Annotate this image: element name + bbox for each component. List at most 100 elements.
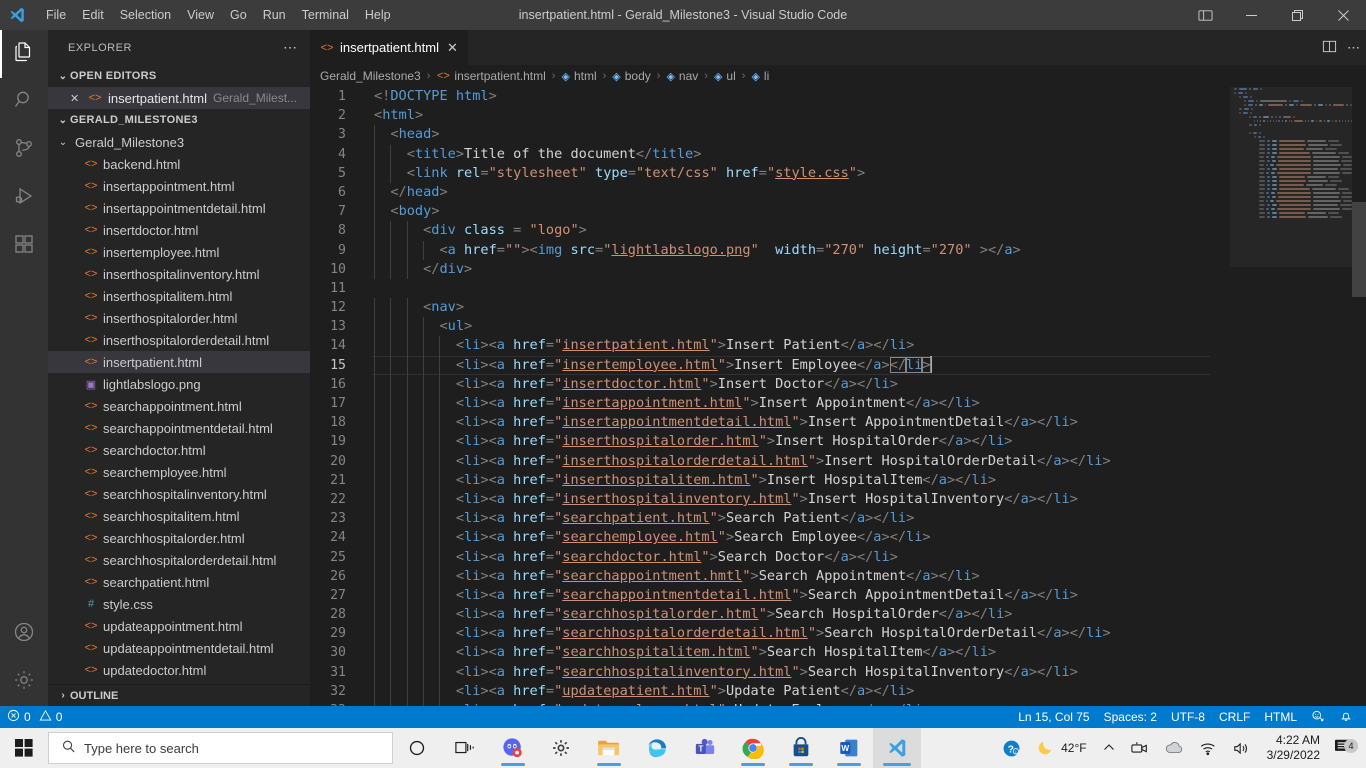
tree-file-insertemployee-html[interactable]: <>insertemployee.html bbox=[48, 241, 310, 263]
section-open-editors[interactable]: ⌄ OPEN EDITORS bbox=[48, 65, 310, 87]
open-editor-item[interactable]: ✕ <> insertpatient.html Gerald_Milest... bbox=[48, 87, 310, 109]
indent-guide bbox=[439, 567, 440, 586]
activity-run-debug[interactable] bbox=[0, 174, 48, 222]
status-encoding[interactable]: UTF-8 bbox=[1164, 706, 1212, 728]
taskbar-search-input[interactable]: Type here to search bbox=[48, 732, 393, 764]
close-button[interactable] bbox=[1320, 0, 1366, 30]
breadcrumb-item-ul[interactable]: ◈ul bbox=[714, 69, 736, 83]
tree-file-searchhospitalitem-html[interactable]: <>searchhospitalitem.html bbox=[48, 505, 310, 527]
status-indentation[interactable]: Spaces: 2 bbox=[1097, 706, 1164, 728]
clock[interactable]: 4:22 AM 3/29/2022 bbox=[1259, 733, 1328, 763]
status-language-mode[interactable]: HTML bbox=[1257, 706, 1304, 728]
status-notifications[interactable] bbox=[1332, 706, 1360, 728]
tree-file-updateappointment-html[interactable]: <>updateappointment.html bbox=[48, 615, 310, 637]
customize-layout-icon[interactable] bbox=[1182, 0, 1228, 30]
tree-file-inserthospitalorder-html[interactable]: <>inserthospitalorder.html bbox=[48, 307, 310, 329]
menu-terminal[interactable]: Terminal bbox=[294, 0, 357, 30]
minimap-slider[interactable] bbox=[1230, 87, 1352, 267]
tree-file-style-css[interactable]: #style.css bbox=[48, 593, 310, 615]
breadcrumb-item-nav[interactable]: ◈nav bbox=[666, 69, 698, 83]
tree-file-insertappointmentdetail-html[interactable]: <>insertappointmentdetail.html bbox=[48, 197, 310, 219]
activity-manage[interactable] bbox=[0, 658, 48, 706]
menu-selection[interactable]: Selection bbox=[112, 0, 179, 30]
menu-file[interactable]: File bbox=[38, 0, 74, 30]
minimize-button[interactable] bbox=[1228, 0, 1274, 30]
tree-file-searchappointment-html[interactable]: <>searchappointment.html bbox=[48, 395, 310, 417]
menu-view[interactable]: View bbox=[179, 0, 222, 30]
menu-run[interactable]: Run bbox=[255, 0, 294, 30]
scrollbar-thumb[interactable] bbox=[1352, 202, 1366, 297]
breadcrumb-item-insertpatient.html[interactable]: <>insertpatient.html bbox=[436, 69, 545, 83]
close-icon[interactable]: ✕ bbox=[70, 92, 82, 105]
section-workspace[interactable]: ⌄ GERALD_MILESTONE3 bbox=[48, 109, 310, 131]
tree-file-searchappointmentdetail-html[interactable]: <>searchappointmentdetail.html bbox=[48, 417, 310, 439]
activity-source-control[interactable] bbox=[0, 126, 48, 174]
speaker-icon[interactable] bbox=[1225, 728, 1259, 768]
activity-explorer[interactable] bbox=[0, 30, 48, 78]
breadcrumb-item-body[interactable]: ◈body bbox=[612, 69, 651, 83]
tree-file-inserthospitalorderdetail-html[interactable]: <>inserthospitalorderdetail.html bbox=[48, 329, 310, 351]
breadcrumb-item-html[interactable]: ◈html bbox=[561, 69, 596, 83]
notification-center-button[interactable]: 4 bbox=[1328, 738, 1362, 759]
indent-guide bbox=[423, 624, 424, 643]
sidebar-more-actions-icon[interactable]: ⋯ bbox=[283, 39, 298, 56]
settings-gear-icon[interactable] bbox=[537, 728, 585, 768]
show-hidden-icons-button[interactable] bbox=[1095, 728, 1123, 768]
tree-file-updateappointmentdetail-html[interactable]: <>updateappointmentdetail.html bbox=[48, 637, 310, 659]
code-editor[interactable]: 1<!DOCTYPE html>2<html>3 <head>4 <title>… bbox=[310, 87, 1366, 706]
tree-file-searchhospitalinventory-html[interactable]: <>searchhospitalinventory.html bbox=[48, 483, 310, 505]
image-file-icon: ▣ bbox=[84, 378, 98, 391]
tree-file-searchhospitalorder-html[interactable]: <>searchhospitalorder.html bbox=[48, 527, 310, 549]
editor-more-actions-icon[interactable]: ⋯ bbox=[1347, 40, 1360, 56]
menu-help[interactable]: Help bbox=[357, 0, 399, 30]
meet-now-icon[interactable] bbox=[1123, 728, 1157, 768]
breadcrumb-item-li[interactable]: ◈li bbox=[751, 69, 769, 83]
activity-extensions[interactable] bbox=[0, 222, 48, 270]
tree-file-searchdoctor-html[interactable]: <>searchdoctor.html bbox=[48, 439, 310, 461]
tree-file-searchhospitalorderdetail-html[interactable]: <>searchhospitalorderdetail.html bbox=[48, 549, 310, 571]
breadcrumb-item-Gerald_Milestone3[interactable]: Gerald_Milestone3 bbox=[320, 69, 421, 83]
activity-accounts[interactable] bbox=[0, 610, 48, 658]
tree-file-inserthospitalinventory-html[interactable]: <>inserthospitalinventory.html bbox=[48, 263, 310, 285]
windows-start-icon[interactable] bbox=[0, 728, 48, 768]
wifi-icon[interactable] bbox=[1191, 728, 1225, 768]
editor-scrollbar[interactable] bbox=[1352, 87, 1366, 706]
tree-file-backend-html[interactable]: <>backend.html bbox=[48, 153, 310, 175]
tree-file-insertpatient-html[interactable]: <>insertpatient.html bbox=[48, 351, 310, 373]
discord-icon[interactable] bbox=[489, 728, 537, 768]
help-circle-icon[interactable]: ?i bbox=[994, 728, 1029, 768]
menu-edit[interactable]: Edit bbox=[74, 0, 112, 30]
activity-search[interactable] bbox=[0, 78, 48, 126]
tree-file-lightlabslogo-png[interactable]: ▣lightlabslogo.png bbox=[48, 373, 310, 395]
tree-file-searchemployee-html[interactable]: <>searchemployee.html bbox=[48, 461, 310, 483]
tab-insertpatient-html[interactable]: <> insertpatient.html ✕ bbox=[310, 30, 468, 65]
microsoft-store-icon[interactable] bbox=[777, 728, 825, 768]
tree-file-searchpatient-html[interactable]: <>searchpatient.html bbox=[48, 571, 310, 593]
split-editor-icon[interactable] bbox=[1322, 39, 1337, 57]
status-eol[interactable]: CRLF bbox=[1212, 706, 1257, 728]
google-chrome-icon[interactable] bbox=[729, 728, 777, 768]
code-text: <ul> bbox=[366, 317, 472, 336]
tree-file-updatedoctor-html[interactable]: <>updatedoctor.html bbox=[48, 659, 310, 681]
tree-file-inserthospitalitem-html[interactable]: <>inserthospitalitem.html bbox=[48, 285, 310, 307]
file-explorer-icon[interactable] bbox=[585, 728, 633, 768]
vscode-icon[interactable] bbox=[873, 728, 921, 768]
tree-file-insertdoctor-html[interactable]: <>insertdoctor.html bbox=[48, 219, 310, 241]
maximize-button[interactable] bbox=[1274, 0, 1320, 30]
cloud-icon[interactable] bbox=[1157, 728, 1191, 768]
status-problems[interactable]: 0 0 bbox=[0, 706, 69, 728]
weather-widget[interactable]: 42°F bbox=[1029, 728, 1094, 768]
tab-close-icon[interactable]: ✕ bbox=[447, 40, 458, 56]
task-view-icon[interactable] bbox=[441, 728, 489, 768]
cortana-icon[interactable] bbox=[393, 728, 441, 768]
microsoft-edge-icon[interactable] bbox=[633, 728, 681, 768]
microsoft-teams-icon[interactable]: T bbox=[681, 728, 729, 768]
microsoft-word-icon[interactable]: W bbox=[825, 728, 873, 768]
vscode-logo-icon bbox=[0, 0, 34, 30]
status-cursor-position[interactable]: Ln 15, Col 75 bbox=[1011, 706, 1096, 728]
tree-folder-gerald_milestone3[interactable]: ⌄Gerald_Milestone3 bbox=[48, 131, 310, 153]
status-feedback[interactable] bbox=[1304, 706, 1332, 728]
section-outline[interactable]: › OUTLINE bbox=[48, 684, 310, 706]
menu-go[interactable]: Go bbox=[222, 0, 255, 30]
tree-file-insertappointment-html[interactable]: <>insertappointment.html bbox=[48, 175, 310, 197]
